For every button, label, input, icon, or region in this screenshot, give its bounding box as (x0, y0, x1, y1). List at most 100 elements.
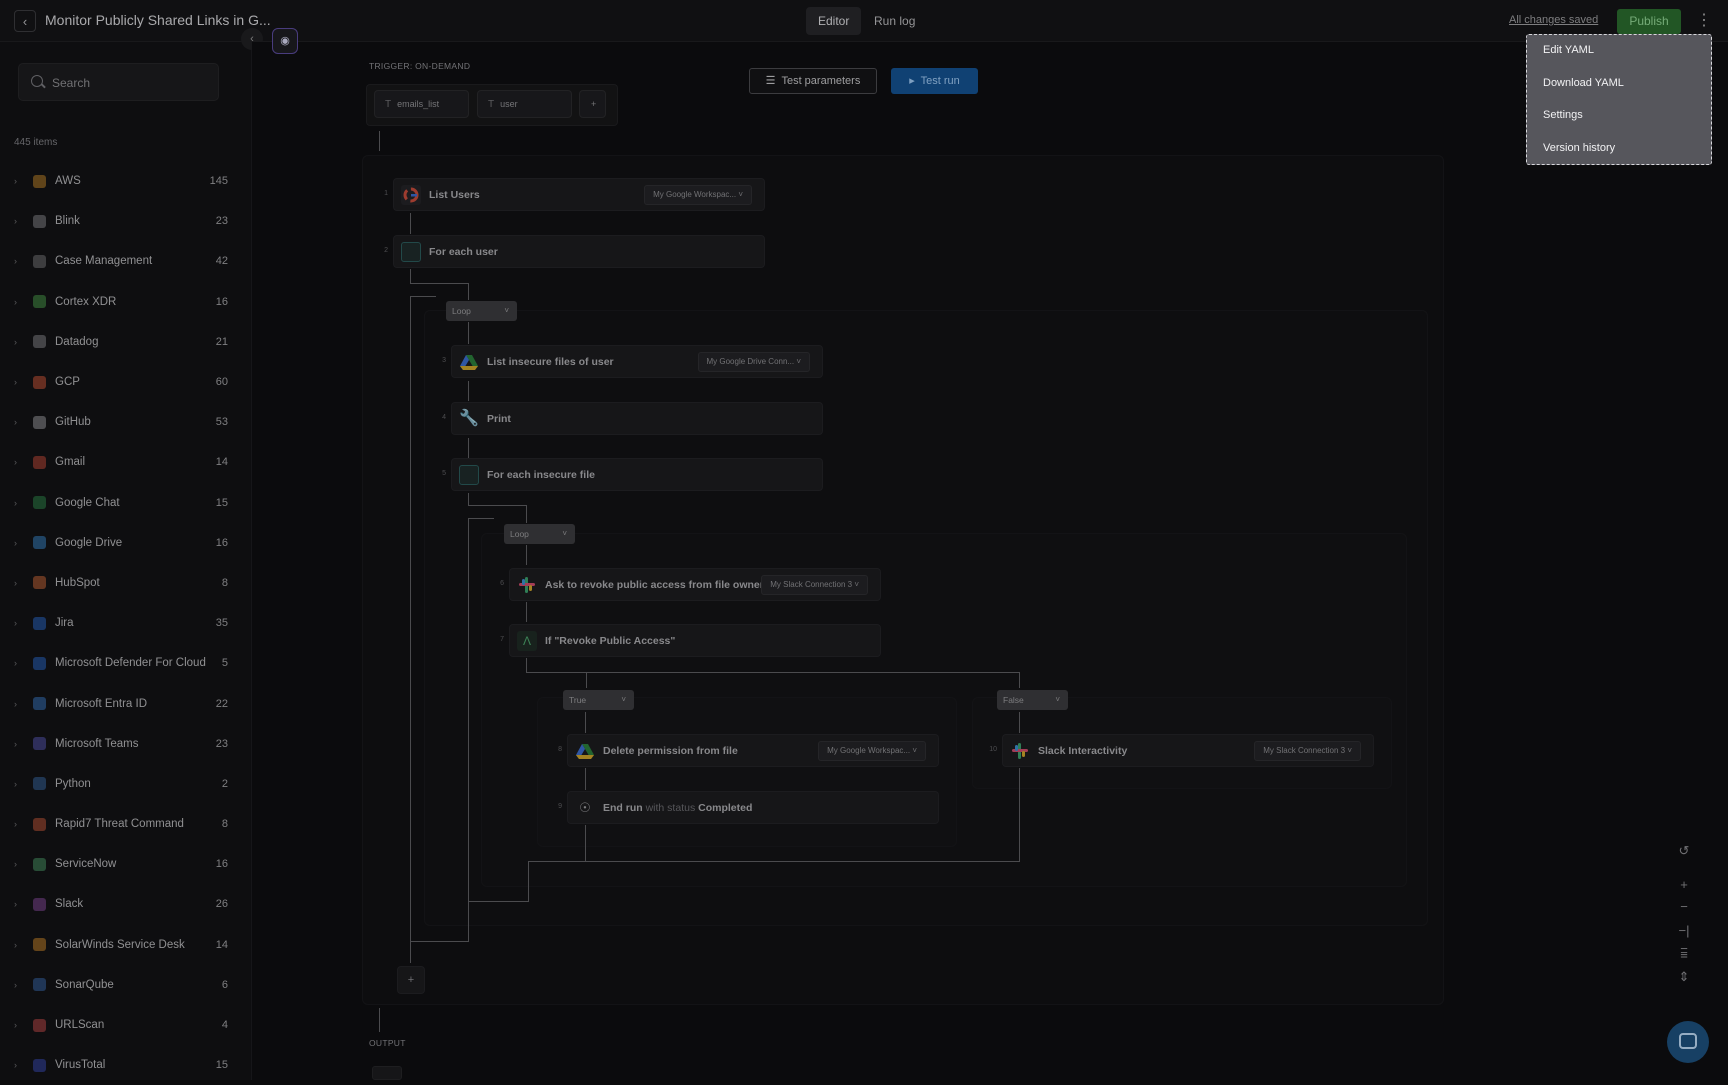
test-parameters-button[interactable]: ☰ Test parameters (749, 68, 877, 94)
branch-true-dropdown[interactable]: True ˅ (563, 690, 634, 710)
zoom-in-icon[interactable]: + (1675, 876, 1693, 894)
sidebar-item[interactable]: › Microsoft Teams 23 (0, 724, 252, 764)
add-param-button[interactable]: + (579, 90, 606, 118)
sidebar-item-label: SolarWinds Service Desk (55, 938, 185, 951)
google-drive-icon (575, 741, 595, 761)
connection-select[interactable]: My Google Workspac... ˅ (818, 741, 926, 761)
menu-item-version-history[interactable]: Version history (1543, 142, 1615, 154)
sidebar-item[interactable]: › HubSpot 8 (0, 563, 252, 603)
step-list-insecure-files[interactable]: 3 List insecure files of user My Google … (442, 345, 823, 378)
slack-icon (1010, 741, 1030, 761)
sidebar-item[interactable]: › Microsoft Entra ID 22 (0, 683, 252, 723)
sidebar-item[interactable]: › Jira 35 (0, 603, 252, 643)
chevron-right-icon[interactable]: › (14, 417, 17, 427)
sidebar-item[interactable]: › Gmail 14 (0, 442, 252, 482)
output-box[interactable] (372, 1066, 402, 1080)
sidebar-item[interactable]: › URLScan 4 (0, 1005, 252, 1045)
step-for-each-insecure-file[interactable]: 5 For each insecure file (442, 458, 823, 491)
sidebar-item[interactable]: › ServiceNow 16 (0, 844, 252, 884)
step-for-each-user[interactable]: 2 For each user (384, 235, 765, 268)
chevron-right-icon[interactable]: › (14, 940, 17, 950)
param-emails-list[interactable]: Temails_list (374, 90, 469, 118)
chevron-right-icon[interactable]: › (14, 739, 17, 749)
sidebar-item[interactable]: › Slack 26 (0, 884, 252, 924)
sidebar-item[interactable]: › GitHub 53 (0, 402, 252, 442)
fit-vertical-icon[interactable]: ≡ (1675, 946, 1693, 964)
back-button[interactable]: ‹ (14, 10, 36, 32)
chevron-right-icon[interactable]: › (14, 658, 17, 668)
integration-logo-icon (33, 777, 46, 791)
integration-logo-icon (33, 576, 46, 590)
sidebar-item[interactable]: › Google Chat 15 (0, 483, 252, 523)
chevron-right-icon[interactable]: › (14, 899, 17, 909)
publish-button[interactable]: Publish (1617, 9, 1681, 34)
sidebar-item[interactable]: › Blink 23 (0, 201, 252, 241)
chevron-right-icon[interactable]: › (14, 618, 17, 628)
chevron-right-icon[interactable]: › (14, 377, 17, 387)
step-slack-interactivity[interactable]: 10 Slack Interactivity My Slack Connecti… (989, 734, 1374, 767)
step-list-users[interactable]: 1 List Users My Google Workspac... ˅ (384, 178, 765, 211)
ai-assistant-icon[interactable]: ◉ (272, 28, 298, 54)
chevron-right-icon[interactable]: › (14, 1060, 17, 1070)
sidebar-item[interactable]: › Case Management 42 (0, 241, 252, 281)
sidebar-item-label: SonarQube (55, 978, 114, 991)
loop-dropdown-users[interactable]: Loop ˅ (446, 301, 517, 321)
sidebar-item[interactable]: › SonarQube 6 (0, 965, 252, 1005)
tab-run-log[interactable]: Run log (862, 7, 927, 35)
chevron-right-icon[interactable]: › (14, 498, 17, 508)
sidebar-item[interactable]: › SolarWinds Service Desk 14 (0, 925, 252, 965)
expand-icon[interactable]: ⇕ (1675, 968, 1693, 986)
chevron-right-icon[interactable]: › (14, 538, 17, 548)
chevron-right-icon[interactable]: › (14, 1020, 17, 1030)
sidebar-item[interactable]: › Rapid7 Threat Command 8 (0, 804, 252, 844)
sidebar-item[interactable]: › Microsoft Defender For Cloud 5 (0, 643, 252, 683)
search-box[interactable] (18, 63, 219, 101)
sidebar-item[interactable]: › Cortex XDR 16 (0, 282, 252, 322)
chevron-right-icon[interactable]: › (14, 980, 17, 990)
chevron-right-icon[interactable]: › (14, 859, 17, 869)
test-run-button[interactable]: ▸ Test run (891, 68, 978, 94)
chat-icon[interactable] (1667, 1021, 1709, 1063)
play-icon: ▸ (909, 75, 915, 87)
integration-logo-icon (33, 656, 46, 670)
step-end-run[interactable]: 9 ☉ End run with status Completed (558, 791, 939, 824)
chevron-right-icon[interactable]: › (14, 297, 17, 307)
search-input[interactable] (52, 73, 212, 93)
zoom-out-icon[interactable]: − (1675, 898, 1693, 916)
connection-select[interactable]: My Google Workspac... ˅ (644, 185, 752, 205)
sidebar-item[interactable]: › Python 2 (0, 764, 252, 804)
chevron-right-icon[interactable]: › (14, 256, 17, 266)
connection-select[interactable]: My Slack Connection 3 ˅ (761, 575, 868, 595)
loop-dropdown-files[interactable]: Loop ˅ (504, 524, 575, 544)
sidebar-item[interactable]: › VirusTotal 15 (0, 1045, 252, 1085)
branch-false-dropdown[interactable]: False ˅ (997, 690, 1068, 710)
chevron-right-icon[interactable]: › (14, 699, 17, 709)
chevron-right-icon[interactable]: › (14, 578, 17, 588)
step-ask-to-revoke[interactable]: 6 Ask to revoke public access from file … (500, 568, 881, 601)
sidebar-item[interactable]: › Google Drive 16 (0, 523, 252, 563)
menu-item-edit-yaml[interactable]: Edit YAML (1543, 44, 1594, 56)
sidebar-item[interactable]: › Datadog 21 (0, 322, 252, 362)
chevron-right-icon[interactable]: › (14, 457, 17, 467)
sidebar-item[interactable]: › AWS 145 (0, 161, 252, 201)
more-vertical-icon[interactable]: ⋮ (1696, 10, 1712, 32)
sidebar-item[interactable]: › GCP 60 (0, 362, 252, 402)
save-status[interactable]: All changes saved (1509, 14, 1598, 26)
menu-item-settings[interactable]: Settings (1543, 109, 1583, 121)
add-step-button[interactable]: + (397, 966, 425, 994)
chevron-right-icon[interactable]: › (14, 779, 17, 789)
step-print[interactable]: 4 🔧 Print (442, 402, 823, 435)
step-if-revoke-public-access[interactable]: 7 Λ If "Revoke Public Access" (500, 624, 881, 657)
chevron-right-icon[interactable]: › (14, 216, 17, 226)
connection-select[interactable]: My Google Drive Conn... ˅ (697, 352, 810, 372)
reset-view-icon[interactable]: ↺ (1675, 842, 1693, 860)
chevron-right-icon[interactable]: › (14, 176, 17, 186)
fit-horizontal-icon[interactable]: −|− (1675, 922, 1693, 956)
tab-editor[interactable]: Editor (806, 7, 862, 35)
chevron-right-icon[interactable]: › (14, 819, 17, 829)
menu-item-download-yaml[interactable]: Download YAML (1543, 77, 1624, 89)
chevron-right-icon[interactable]: › (14, 337, 17, 347)
step-delete-permission[interactable]: 8 Delete permission from file My Google … (558, 734, 939, 767)
connection-select[interactable]: My Slack Connection 3 ˅ (1254, 741, 1361, 761)
param-user[interactable]: Tuser (477, 90, 572, 118)
